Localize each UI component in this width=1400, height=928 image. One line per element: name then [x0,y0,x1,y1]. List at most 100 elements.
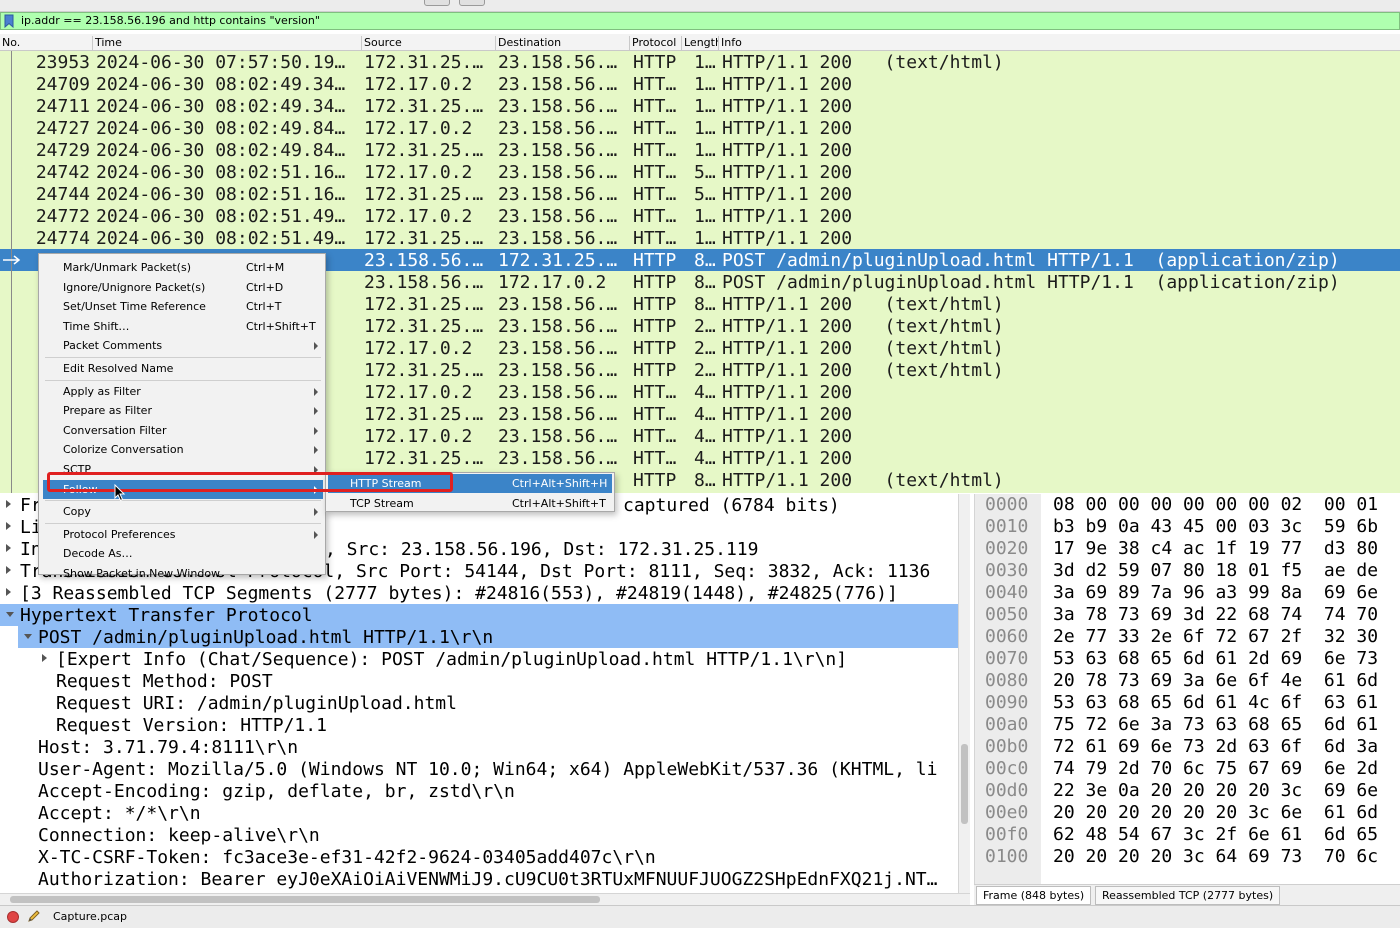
details-tree-item[interactable]: Request URI: /admin/pluginUpload.html [0,692,958,714]
packet-row[interactable]: 24711 2024-06-30 08:02:49.34… 172.31.25.… 2… [0,95,1400,117]
column-header-source[interactable]: Source [362,36,496,51]
packet-row[interactable]: 24727 2024-06-30 08:02:49.84… 172.17.0.2 23… [0,117,1400,139]
packet-source: 172.17.0.2 [364,74,473,95]
details-tree-item[interactable]: X-TC-CSRF-Token: fc3ace3e-ef31-42f2-9624… [0,846,958,868]
packet-row[interactable]: 24774 2024-06-30 08:02:51.49… 172.31.25.… 2… [0,227,1400,249]
display-filter-bar[interactable]: ip.addr == 23.158.56.196 and http contai… [0,12,1400,30]
packet-bytes-pane[interactable]: 0000 08 00 00 00 00 00 00 02 00 01 0010 b3 … [974,494,1400,884]
details-tree-item[interactable]: Accept: */*\r\n [0,802,958,824]
details-tree-item[interactable]: Accept-Encoding: gzip, deflate, br, zstd… [0,780,958,802]
details-tree-text: Accept: */*\r\n [38,803,201,824]
menu-item-ignore-unignore-packet-s[interactable]: Ignore/Unignore Packet(s) Ctrl+D [43,278,323,297]
menu-item-time-shift[interactable]: Time Shift… Ctrl+Shift+T [43,317,323,336]
details-tree-item[interactable]: [3 Reassembled TCP Segments (2777 bytes)… [0,582,958,604]
packet-info: HTTP/1.1 200 [722,448,853,469]
column-header-protocol[interactable]: Protocol [630,36,682,51]
collapsed-arrow-icon[interactable] [6,544,11,552]
tab-frame-bytes[interactable]: Frame (848 bytes) [976,886,1092,905]
menu-item-show-packet-in-new-window[interactable]: Show Packet in New Window [43,564,323,583]
tab-reassembled-tcp[interactable]: Reassembled TCP (2777 bytes) [1095,886,1281,905]
details-tree-item[interactable]: User-Agent: Mozilla/5.0 (Windows NT 10.0… [0,758,958,780]
column-header-destination[interactable]: Destination [496,36,630,51]
hex-bytes[interactable]: 20 78 73 69 3a 6e 6f 4e 61 6d [1053,670,1378,692]
menu-item-prepare-as-filter[interactable]: Prepare as Filter [43,401,323,420]
collapsed-arrow-icon[interactable] [42,654,47,662]
menu-item-packet-comments[interactable]: Packet Comments [43,336,323,355]
hex-bytes[interactable]: 3d d2 59 07 80 18 01 f5 ae de [1053,560,1378,582]
packet-row[interactable]: 24709 2024-06-30 08:02:49.34… 172.17.0.2 23… [0,73,1400,95]
collapsed-arrow-icon[interactable] [6,588,11,596]
bookmark-icon[interactable] [4,14,14,28]
column-header-length[interactable]: Length [682,36,719,51]
expanded-arrow-icon[interactable] [24,634,32,639]
menu-item-label: Packet Comments [63,339,163,353]
packet-row[interactable]: 24742 2024-06-30 08:02:51.16… 172.17.0.2 23… [0,161,1400,183]
details-tree-item[interactable]: Connection: keep-alive\r\n [0,824,958,846]
menu-item-edit-resolved-name[interactable]: Edit Resolved Name [43,359,323,378]
details-tree-item[interactable]: Host: 3.71.79.4:8111\r\n [0,736,958,758]
hex-bytes[interactable]: 74 79 2d 70 6c 75 67 69 6e 2d [1053,758,1378,780]
packet-row[interactable]: 24772 2024-06-30 08:02:51.49… 172.17.0.2 23… [0,205,1400,227]
packet-protocol: HTTP [633,272,677,293]
menu-item-colorize-conversation[interactable]: Colorize Conversation [43,440,323,459]
menu-item-copy[interactable]: Copy [43,502,323,521]
hex-bytes[interactable]: 53 63 68 65 6d 61 4c 6f 63 61 [1053,692,1378,714]
hex-offset: 0040 [985,582,1029,603]
hex-bytes[interactable]: 08 00 00 00 00 00 00 02 00 01 [1053,494,1378,516]
collapsed-arrow-icon[interactable] [6,522,11,530]
hex-bytes[interactable]: b3 b9 0a 43 45 00 03 3c 59 6b [1053,516,1378,538]
http-protocol-tree-item[interactable]: Hypertext Transfer Protocol [0,604,958,626]
hex-bytes[interactable]: 72 61 69 6e 73 2d 63 6f 6d 3a [1053,736,1378,758]
display-filter-input[interactable]: ip.addr == 23.158.56.196 and http contai… [21,14,320,27]
packet-source: 172.31.25.… [364,140,484,161]
edit-comment-icon[interactable] [27,909,41,923]
toolbar-button[interactable] [459,0,485,6]
details-horizontal-scrollbar[interactable] [0,893,970,905]
scrollbar-thumb[interactable] [961,744,968,824]
menu-item-decode-as[interactable]: Decode As… [43,544,323,563]
hex-offset: 0050 [985,604,1029,625]
details-vertical-scrollbar[interactable] [958,494,970,894]
packet-protocol: HTT… [633,426,677,447]
details-tree-item[interactable]: POST /admin/pluginUpload.html HTTP/1.1\r… [18,626,958,648]
details-tree-item[interactable]: Request Method: POST [0,670,958,692]
status-bar: Capture.pcap [0,905,1400,928]
packet-destination: 23.158.56.… [498,316,618,337]
menu-item-protocol-preferences[interactable]: Protocol Preferences [43,525,323,544]
hex-bytes[interactable]: 20 20 20 20 3c 64 69 73 70 6c [1053,846,1378,868]
hex-bytes[interactable]: 3a 78 73 69 3d 22 68 74 74 70 [1053,604,1378,626]
submenu-item-tcp-stream[interactable]: TCP Stream Ctrl+Alt+Shift+T [328,494,612,513]
hex-bytes[interactable]: 3a 69 89 7a 96 a3 99 8a 69 6e [1053,582,1378,604]
collapsed-arrow-icon[interactable] [6,500,11,508]
hex-bytes[interactable]: 75 72 6e 3a 73 63 68 65 6d 61 [1053,714,1378,736]
column-header-no[interactable]: No. [0,36,93,51]
hex-bytes[interactable]: 17 9e 38 c4 ac 1f 19 77 d3 80 [1053,538,1378,560]
packet-row[interactable]: 24744 2024-06-30 08:02:51.16… 172.31.25.… 2… [0,183,1400,205]
menu-item-apply-as-filter[interactable]: Apply as Filter [43,382,323,401]
hex-bytes[interactable]: 2e 77 33 2e 6f 72 67 2f 32 30 [1053,626,1378,648]
menu-item-mark-unmark-packet-s[interactable]: Mark/Unmark Packet(s) Ctrl+M [43,258,323,277]
toolbar-button[interactable] [424,0,450,6]
hex-bytes[interactable]: 22 3e 0a 20 20 20 20 3c 69 6e [1053,780,1378,802]
packet-row[interactable]: 23953 2024-06-30 07:57:50.19… 172.31.25.… 2… [0,51,1400,73]
packet-number: 24711 [35,96,90,117]
column-header-info[interactable]: Info [719,36,1400,51]
expert-info-status-icon[interactable] [7,911,19,923]
scrollbar-thumb[interactable] [10,896,600,903]
packet-info: HTTP/1.1 200 [722,206,853,227]
packet-protocol: HTT… [633,140,677,161]
packet-row[interactable]: 24729 2024-06-30 08:02:49.84… 172.31.25.… 2… [0,139,1400,161]
hex-offset: 00a0 [985,714,1029,735]
details-tree-item[interactable]: Request Version: HTTP/1.1 [0,714,958,736]
hex-bytes[interactable]: 20 20 20 20 20 20 3c 6e 61 6d [1053,802,1378,824]
details-tree-item[interactable]: Authorization: Bearer eyJ0eXAiOiAiVENWMi… [0,868,958,890]
expanded-arrow-icon[interactable] [6,612,14,617]
menu-item-conversation-filter[interactable]: Conversation Filter [43,421,323,440]
submenu-arrow-icon [314,530,318,539]
hex-bytes[interactable]: 62 48 54 67 3c 2f 6e 61 6d 65 [1053,824,1378,846]
hex-bytes[interactable]: 53 63 68 65 6d 61 2d 69 6e 73 [1053,648,1378,670]
details-tree-item[interactable]: [Expert Info (Chat/Sequence): POST /admi… [0,648,958,670]
menu-item-set-unset-time-reference[interactable]: Set/Unset Time Reference Ctrl+T [43,297,323,316]
collapsed-arrow-icon[interactable] [6,566,11,574]
column-header-time[interactable]: Time [93,36,362,51]
